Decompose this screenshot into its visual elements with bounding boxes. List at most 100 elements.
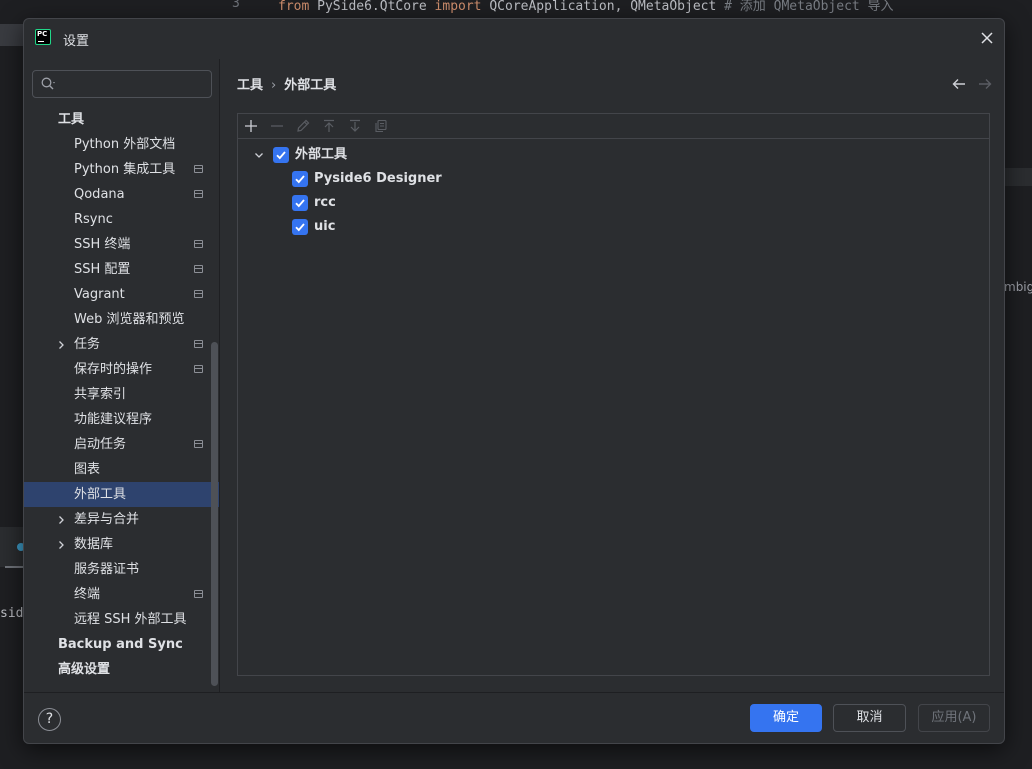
sidebar-item-label: Backup and Sync bbox=[58, 637, 183, 652]
tree-scrollbar-thumb[interactable] bbox=[211, 342, 218, 686]
sidebar-item[interactable]: 高级设置 bbox=[24, 657, 219, 682]
background-left-tab bbox=[0, 24, 24, 46]
sidebar-item-label: SSH 配置 bbox=[74, 262, 131, 277]
add-button[interactable] bbox=[243, 118, 259, 134]
settings-dialog: PC 设置 工具 Python 外部文档 Python 集成工具 Qodana Rsyn… bbox=[23, 18, 1005, 744]
tools-toolbar bbox=[238, 114, 989, 139]
group-expand-toggle[interactable] bbox=[254, 149, 264, 164]
move-up-icon bbox=[324, 119, 334, 132]
sidebar-item-label: 保存时的操作 bbox=[74, 362, 153, 377]
sidebar-item[interactable]: Vagrant bbox=[24, 282, 219, 307]
sidebar-item[interactable]: Qodana bbox=[24, 182, 219, 207]
sidebar-item[interactable]: 服务器证书 bbox=[24, 557, 219, 582]
sidebar-item[interactable]: 共享索引 bbox=[24, 382, 219, 407]
checkmark-icon bbox=[295, 175, 305, 184]
sidebar-item[interactable]: 功能建议程序 bbox=[24, 407, 219, 432]
chevron-right-icon[interactable] bbox=[56, 515, 66, 525]
checkmark-icon bbox=[295, 223, 305, 232]
dialog-title: 设置 bbox=[63, 34, 90, 49]
code-keyword-import: import bbox=[434, 0, 482, 14]
checkmark-icon bbox=[295, 199, 305, 208]
sidebar-item-label: SSH 终端 bbox=[74, 237, 131, 252]
sidebar-item-label: Web 浏览器和预览 bbox=[74, 312, 185, 327]
close-icon bbox=[981, 32, 993, 44]
breadcrumb-separator: › bbox=[271, 78, 277, 93]
sidebar-item-label: Python 集成工具 bbox=[74, 162, 176, 177]
sidebar-item[interactable]: 终端 bbox=[24, 582, 219, 607]
tool-group-checkbox[interactable] bbox=[273, 147, 289, 163]
ok-button[interactable]: 确定 bbox=[750, 704, 822, 732]
sidebar-item[interactable]: 数据库 bbox=[24, 532, 219, 557]
sidebar-item[interactable]: Backup and Sync bbox=[24, 632, 219, 657]
tool-item-checkbox[interactable] bbox=[292, 195, 308, 211]
move-up-button[interactable] bbox=[321, 118, 337, 134]
copy-button[interactable] bbox=[373, 118, 389, 134]
sidebar-item-label: 工具 bbox=[58, 112, 85, 127]
project-level-icon bbox=[194, 240, 203, 248]
add-icon bbox=[245, 120, 257, 132]
project-level-icon bbox=[194, 190, 203, 198]
code-keyword-from: from bbox=[278, 0, 310, 14]
sidebar-item[interactable]: 差异与合并 bbox=[24, 507, 219, 532]
apply-button[interactable]: 应用(A) bbox=[918, 704, 990, 732]
sidebar-item[interactable]: 外部工具 bbox=[24, 482, 219, 507]
background-left-fragment: sid bbox=[0, 606, 24, 621]
chevron-right-icon[interactable] bbox=[56, 340, 66, 350]
tool-item-label: rcc bbox=[314, 195, 336, 210]
editor-line-number: 3 bbox=[232, 0, 240, 11]
project-level-icon bbox=[194, 365, 203, 373]
tool-item-checkbox[interactable] bbox=[292, 171, 308, 187]
sidebar-item[interactable]: Python 外部文档 bbox=[24, 132, 219, 157]
remove-button[interactable] bbox=[269, 118, 285, 134]
arrow-right-icon bbox=[979, 79, 992, 89]
sidebar-item[interactable]: 保存时的操作 bbox=[24, 357, 219, 382]
sidebar-item[interactable]: 远程 SSH 外部工具 bbox=[24, 607, 219, 632]
sidebar-item-label: 差异与合并 bbox=[74, 512, 140, 527]
background-right-strip bbox=[1005, 168, 1032, 186]
move-down-icon bbox=[350, 119, 360, 132]
sidebar-item-label: 数据库 bbox=[74, 537, 114, 552]
help-button[interactable]: ? bbox=[38, 708, 61, 731]
sidebar-item[interactable]: SSH 终端 bbox=[24, 232, 219, 257]
sidebar-item[interactable]: Rsync bbox=[24, 207, 219, 232]
edit-button[interactable] bbox=[295, 118, 311, 134]
cancel-button[interactable]: 取消 bbox=[833, 704, 906, 732]
back-button[interactable] bbox=[951, 76, 967, 96]
panel-divider[interactable] bbox=[219, 59, 220, 692]
forward-button[interactable] bbox=[977, 76, 993, 96]
external-tools-panel: 外部工具 Pyside6 Designer rcc uic bbox=[237, 113, 990, 676]
arrow-left-icon bbox=[952, 79, 965, 89]
settings-tree: 工具 Python 外部文档 Python 集成工具 Qodana Rsync SSH 终… bbox=[24, 106, 219, 692]
sidebar-item[interactable]: Web 浏览器和预览 bbox=[24, 307, 219, 332]
close-button[interactable] bbox=[978, 29, 996, 47]
sidebar-item-label: Vagrant bbox=[74, 287, 125, 302]
footer-divider bbox=[24, 692, 1004, 693]
sidebar-item-label: 功能建议程序 bbox=[74, 412, 153, 427]
project-level-icon bbox=[194, 340, 203, 348]
project-level-icon bbox=[194, 165, 203, 173]
tool-group-label: 外部工具 bbox=[295, 147, 348, 162]
remove-icon bbox=[271, 125, 283, 127]
search-input[interactable] bbox=[61, 75, 207, 93]
copy-icon bbox=[375, 119, 387, 133]
sidebar-item[interactable]: 任务 bbox=[24, 332, 219, 357]
search-icon bbox=[41, 77, 55, 90]
sidebar-item[interactable]: 启动任务 bbox=[24, 432, 219, 457]
project-level-icon bbox=[194, 440, 203, 448]
sidebar-item[interactable]: SSH 配置 bbox=[24, 257, 219, 282]
sidebar-item[interactable]: Python 集成工具 bbox=[24, 157, 219, 182]
sidebar-item-label: Qodana bbox=[74, 187, 125, 202]
sidebar-item-label: 服务器证书 bbox=[74, 562, 140, 577]
tool-item-checkbox[interactable] bbox=[292, 219, 308, 235]
checkmark-icon bbox=[276, 151, 286, 160]
chevron-right-icon[interactable] bbox=[56, 540, 66, 550]
move-down-button[interactable] bbox=[347, 118, 363, 134]
tool-item-label: uic bbox=[314, 219, 336, 234]
breadcrumb-parent[interactable]: 工具 bbox=[237, 78, 263, 93]
background-left-divider bbox=[5, 566, 24, 568]
sidebar-item[interactable]: 图表 bbox=[24, 457, 219, 482]
sidebar-item-label: 高级设置 bbox=[58, 662, 111, 677]
editor-code-line: from PySide6.QtCore import QCoreApplicat… bbox=[278, 0, 894, 14]
settings-search[interactable] bbox=[32, 70, 212, 98]
sidebar-item[interactable]: 工具 bbox=[24, 107, 219, 132]
